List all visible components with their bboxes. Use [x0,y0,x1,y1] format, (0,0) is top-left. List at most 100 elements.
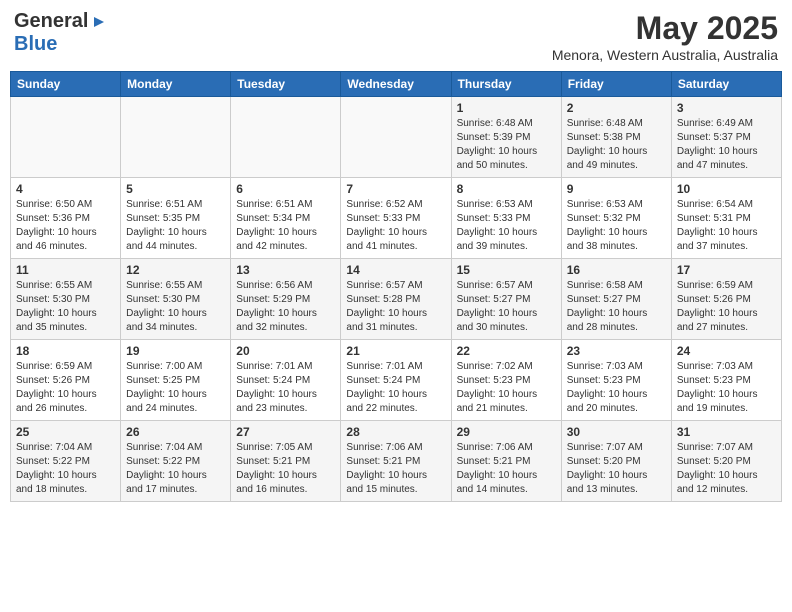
day-number: 7 [346,182,445,196]
day-info: Sunrise: 7:07 AM Sunset: 5:20 PM Dayligh… [567,441,666,497]
day-number: 3 [677,101,776,115]
day-number: 27 [236,425,335,439]
month-title: May 2025 [552,10,778,47]
day-number: 17 [677,263,776,277]
col-sunday: Sunday [11,72,121,97]
day-info: Sunrise: 7:02 AM Sunset: 5:23 PM Dayligh… [457,360,556,416]
day-info: Sunrise: 6:55 AM Sunset: 5:30 PM Dayligh… [16,279,115,335]
day-info: Sunrise: 6:54 AM Sunset: 5:31 PM Dayligh… [677,198,776,254]
day-number: 8 [457,182,556,196]
logo-wing-icon [90,13,108,31]
logo-blue-text: Blue [14,33,57,55]
day-number: 29 [457,425,556,439]
table-row: 9 Sunrise: 6:53 AM Sunset: 5:32 PM Daylig… [561,178,671,259]
day-info: Sunrise: 7:01 AM Sunset: 5:24 PM Dayligh… [236,360,335,416]
col-friday: Friday [561,72,671,97]
table-row: 14Sunrise: 6:57 AM Sunset: 5:28 PM Dayli… [341,259,451,340]
day-number: 22 [457,344,556,358]
calendar-week-row: 4Sunrise: 6:50 AM Sunset: 5:36 PM Daylig… [11,178,782,259]
table-row: 8Sunrise: 6:53 AM Sunset: 5:33 PM Daylig… [451,178,561,259]
day-number: 31 [677,425,776,439]
day-number: 13 [236,263,335,277]
day-info: Sunrise: 6:51 AM Sunset: 5:34 PM Dayligh… [236,198,335,254]
day-info: Sunrise: 6:51 AM Sunset: 5:35 PM Dayligh… [126,198,225,254]
day-number: 11 [16,263,115,277]
table-row: 16 Sunrise: 6:58 AM Sunset: 5:27 PM Dayli… [561,259,671,340]
table-row: 31 Sunrise: 7:07 AM Sunset: 5:20 PM Dayli… [671,421,781,502]
table-row: 21 Sunrise: 7:01 AM Sunset: 5:24 PM Dayli… [341,340,451,421]
day-number: 16 [567,263,666,277]
day-info: Sunrise: 7:06 AM Sunset: 5:21 PM Dayligh… [457,441,556,497]
title-block: May 2025 Menora, Western Australia, Aust… [552,10,778,63]
day-number: 20 [236,344,335,358]
day-number: 19 [126,344,225,358]
calendar-week-row: 11 Sunrise: 6:55 AM Sunset: 5:30 PM Dayli… [11,259,782,340]
day-info: Sunrise: 6:53 AM Sunset: 5:32 PM Dayligh… [567,198,666,254]
day-info: Sunrise: 7:07 AM Sunset: 5:20 PM Dayligh… [677,441,776,497]
table-row: 29 Sunrise: 7:06 AM Sunset: 5:21 PM Dayli… [451,421,561,502]
day-info: Sunrise: 6:55 AM Sunset: 5:30 PM Dayligh… [126,279,225,335]
day-number: 1 [457,101,556,115]
day-number: 9 [567,182,666,196]
table-row: 25Sunrise: 7:04 AM Sunset: 5:22 PM Dayli… [11,421,121,502]
calendar-table: Sunday Monday Tuesday Wednesday Thursday… [10,71,782,502]
day-number: 2 [567,101,666,115]
day-info: Sunrise: 6:58 AM Sunset: 5:27 PM Dayligh… [567,279,666,335]
day-number: 4 [16,182,115,196]
table-row: 11 Sunrise: 6:55 AM Sunset: 5:30 PM Dayli… [11,259,121,340]
day-info: Sunrise: 7:06 AM Sunset: 5:21 PM Dayligh… [346,441,445,497]
table-row: 19 Sunrise: 7:00 AM Sunset: 5:25 PM Dayli… [121,340,231,421]
table-row: 17 Sunrise: 6:59 AM Sunset: 5:26 PM Dayli… [671,259,781,340]
day-number: 15 [457,263,556,277]
table-row: 12 Sunrise: 6:55 AM Sunset: 5:30 PM Dayli… [121,259,231,340]
day-number: 26 [126,425,225,439]
calendar-week-row: 1Sunrise: 6:48 AM Sunset: 5:39 PM Daylig… [11,97,782,178]
day-number: 12 [126,263,225,277]
day-number: 24 [677,344,776,358]
table-row [121,97,231,178]
day-info: Sunrise: 7:04 AM Sunset: 5:22 PM Dayligh… [16,441,115,497]
table-row: 26 Sunrise: 7:04 AM Sunset: 5:22 PM Dayli… [121,421,231,502]
day-info: Sunrise: 6:59 AM Sunset: 5:26 PM Dayligh… [16,360,115,416]
day-number: 5 [126,182,225,196]
location-title: Menora, Western Australia, Australia [552,47,778,63]
page-header: General Blue May 2025 Menora, Western Au… [10,10,782,63]
day-info: Sunrise: 6:49 AM Sunset: 5:37 PM Dayligh… [677,117,776,173]
day-number: 28 [346,425,445,439]
table-row: 28 Sunrise: 7:06 AM Sunset: 5:21 PM Dayli… [341,421,451,502]
table-row [11,97,121,178]
day-info: Sunrise: 6:59 AM Sunset: 5:26 PM Dayligh… [677,279,776,335]
table-row: 4Sunrise: 6:50 AM Sunset: 5:36 PM Daylig… [11,178,121,259]
col-saturday: Saturday [671,72,781,97]
day-info: Sunrise: 7:04 AM Sunset: 5:22 PM Dayligh… [126,441,225,497]
day-info: Sunrise: 6:57 AM Sunset: 5:28 PM Dayligh… [346,279,445,335]
logo: General Blue [14,10,108,56]
logo-general-text: General [14,10,88,33]
day-info: Sunrise: 6:48 AM Sunset: 5:38 PM Dayligh… [567,117,666,173]
day-info: Sunrise: 7:01 AM Sunset: 5:24 PM Dayligh… [346,360,445,416]
col-tuesday: Tuesday [231,72,341,97]
table-row: 1Sunrise: 6:48 AM Sunset: 5:39 PM Daylig… [451,97,561,178]
table-row: 27 Sunrise: 7:05 AM Sunset: 5:21 PM Dayli… [231,421,341,502]
table-row: 20 Sunrise: 7:01 AM Sunset: 5:24 PM Dayli… [231,340,341,421]
day-info: Sunrise: 7:00 AM Sunset: 5:25 PM Dayligh… [126,360,225,416]
day-number: 21 [346,344,445,358]
table-row [231,97,341,178]
day-number: 18 [16,344,115,358]
col-wednesday: Wednesday [341,72,451,97]
table-row: 13 Sunrise: 6:56 AM Sunset: 5:29 PM Dayli… [231,259,341,340]
calendar-week-row: 18 Sunrise: 6:59 AM Sunset: 5:26 PM Dayli… [11,340,782,421]
day-number: 23 [567,344,666,358]
table-row: 5 Sunrise: 6:51 AM Sunset: 5:35 PM Daylig… [121,178,231,259]
day-number: 10 [677,182,776,196]
day-info: Sunrise: 7:05 AM Sunset: 5:21 PM Dayligh… [236,441,335,497]
day-info: Sunrise: 7:03 AM Sunset: 5:23 PM Dayligh… [677,360,776,416]
table-row: 7Sunrise: 6:52 AM Sunset: 5:33 PM Daylig… [341,178,451,259]
table-row: 2 Sunrise: 6:48 AM Sunset: 5:38 PM Daylig… [561,97,671,178]
table-row: 18 Sunrise: 6:59 AM Sunset: 5:26 PM Dayli… [11,340,121,421]
col-monday: Monday [121,72,231,97]
table-row: 6Sunrise: 6:51 AM Sunset: 5:34 PM Daylig… [231,178,341,259]
calendar-header-row: Sunday Monday Tuesday Wednesday Thursday… [11,72,782,97]
calendar-week-row: 25Sunrise: 7:04 AM Sunset: 5:22 PM Dayli… [11,421,782,502]
day-info: Sunrise: 6:56 AM Sunset: 5:29 PM Dayligh… [236,279,335,335]
